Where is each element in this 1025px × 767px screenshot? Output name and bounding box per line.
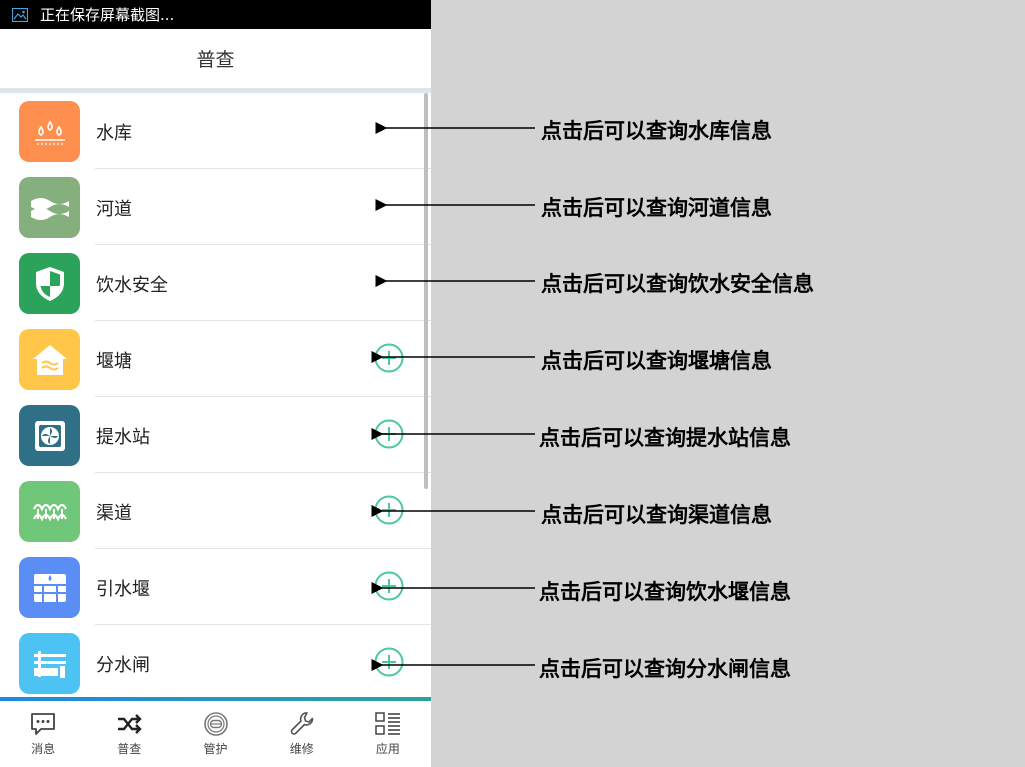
annotation-sluice-gate: 点击后可以查询分水闸信息 — [539, 657, 791, 681]
annotation-arrows — [371, 122, 535, 671]
annotation-river: 点击后可以查询河道信息 — [541, 196, 772, 220]
annotation-channel: 点击后可以查询渠道信息 — [541, 503, 772, 527]
annotation-pond: 点击后可以查询堰塘信息 — [541, 349, 772, 373]
annotation-diversion-weir: 点击后可以查询饮水堰信息 — [539, 580, 791, 604]
annotation-reservoir: 点击后可以查询水库信息 — [541, 119, 772, 143]
annotation-pumping-station: 点击后可以查询提水站信息 — [539, 426, 791, 450]
annotation-drinking-water-safety: 点击后可以查询饮水安全信息 — [541, 272, 814, 296]
